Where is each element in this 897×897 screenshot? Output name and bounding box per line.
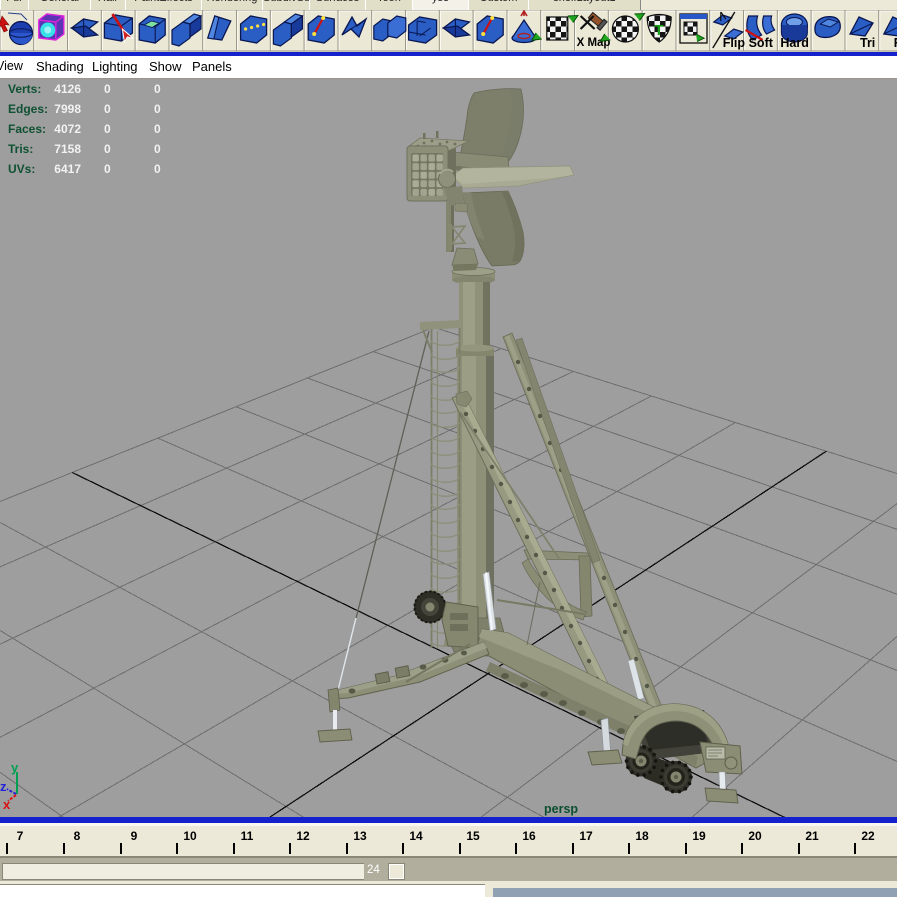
svg-text:Tri: Tri — [860, 36, 875, 50]
svg-text:Hard: Hard — [780, 36, 808, 50]
svg-text:z: z — [0, 779, 7, 794]
svg-text:Soft: Soft — [749, 36, 774, 50]
svg-text:Flip: Flip — [723, 36, 746, 50]
svg-text:x: x — [3, 797, 11, 812]
svg-text:y: y — [11, 760, 19, 775]
svg-text:T: T — [654, 22, 663, 39]
